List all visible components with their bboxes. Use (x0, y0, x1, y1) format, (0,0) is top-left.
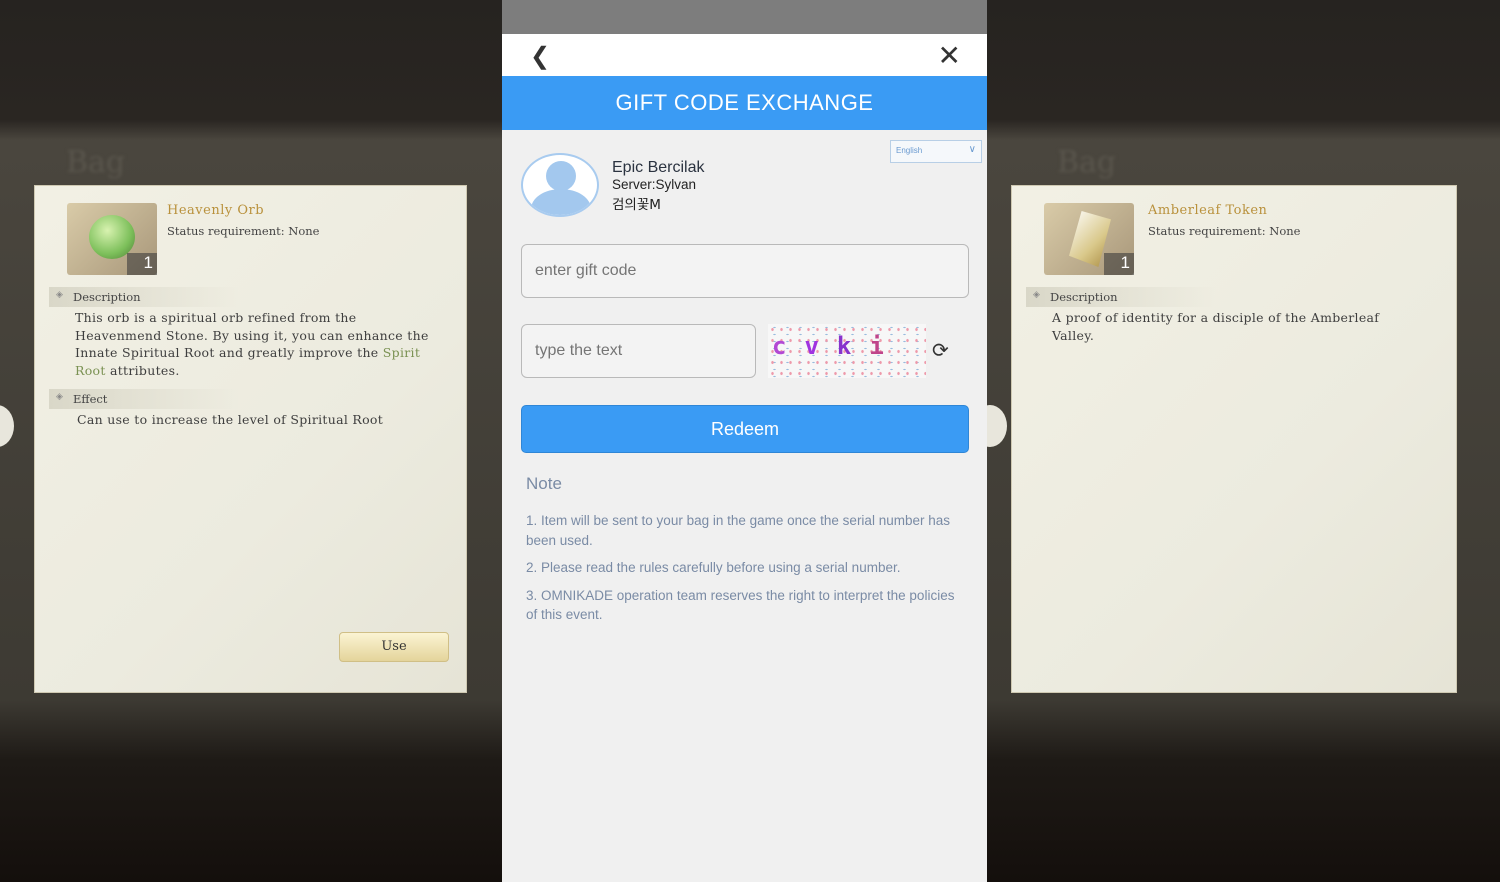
gift-code-input[interactable] (521, 244, 969, 298)
game-background-left: Bag 1 Heavenly Orb Status requirement: N… (0, 0, 502, 882)
refresh-icon[interactable]: ⟳ (932, 338, 949, 363)
use-button[interactable]: Use (339, 632, 449, 662)
item-quantity: 1 (1104, 253, 1134, 275)
status-bar (502, 0, 987, 34)
redeem-button[interactable]: Redeem (521, 405, 969, 453)
side-nav-button[interactable] (987, 405, 1007, 447)
close-icon[interactable]: ✕ (938, 39, 961, 72)
note-item: 2. Please read the rules carefully befor… (526, 560, 901, 575)
item-status-requirement: Status requirement: None (1148, 224, 1301, 238)
item-description: This orb is a spiritual orb refined from… (75, 310, 429, 378)
chevron-left-icon[interactable]: ❮ (530, 42, 550, 71)
bag-title: Bag (1057, 145, 1117, 180)
item-detail-card: 1 Heavenly Orb Status requirement: None … (34, 185, 467, 693)
captcha-image: cvki (768, 324, 926, 378)
item-status-requirement: Status requirement: None (167, 224, 320, 238)
language-select[interactable]: English ∨ (890, 140, 982, 163)
description-header: Description (49, 287, 239, 307)
note-list: 1. Item will be sent to your bag in the … (526, 511, 966, 633)
note-title: Note (526, 474, 562, 493)
effect-header: Effect (49, 389, 239, 409)
note-item: 3. OMNIKADE operation team reserves the … (526, 587, 955, 623)
item-detail-card: 1 Amberleaf Token Status requirement: No… (1011, 185, 1457, 693)
item-thumbnail: 1 (1044, 203, 1134, 275)
item-name: Amberleaf Token (1148, 203, 1268, 218)
item-name: Heavenly Orb (167, 203, 265, 218)
avatar (521, 153, 599, 217)
game-background-right: Bag 1 Amberleaf Token Status requirement… (987, 0, 1500, 882)
page-title: GIFT CODE EXCHANGE (502, 76, 987, 130)
user-name: Epic Bercilak (612, 159, 705, 176)
gift-code-dialog: ❮ ✕ GIFT CODE EXCHANGE English ∨ Epic Ber… (502, 0, 987, 882)
chevron-down-icon: ∨ (968, 144, 976, 155)
nav-bar: ❮ ✕ (502, 34, 987, 76)
server-name: Server:Sylvan (612, 177, 697, 192)
item-effect: Can use to increase the level of Spiritu… (77, 412, 384, 427)
captcha-input[interactable] (521, 324, 756, 378)
item-quantity: 1 (127, 253, 157, 275)
bag-title: Bag (66, 145, 126, 180)
language-value: English (896, 146, 923, 155)
item-description: A proof of identity for a disciple of th… (1052, 310, 1380, 343)
role-name: 검의꽃M (612, 197, 661, 213)
note-item: 1. Item will be sent to your bag in the … (526, 513, 950, 548)
description-header: Description (1026, 287, 1216, 307)
item-thumbnail: 1 (67, 203, 157, 275)
side-nav-button[interactable] (0, 405, 14, 447)
